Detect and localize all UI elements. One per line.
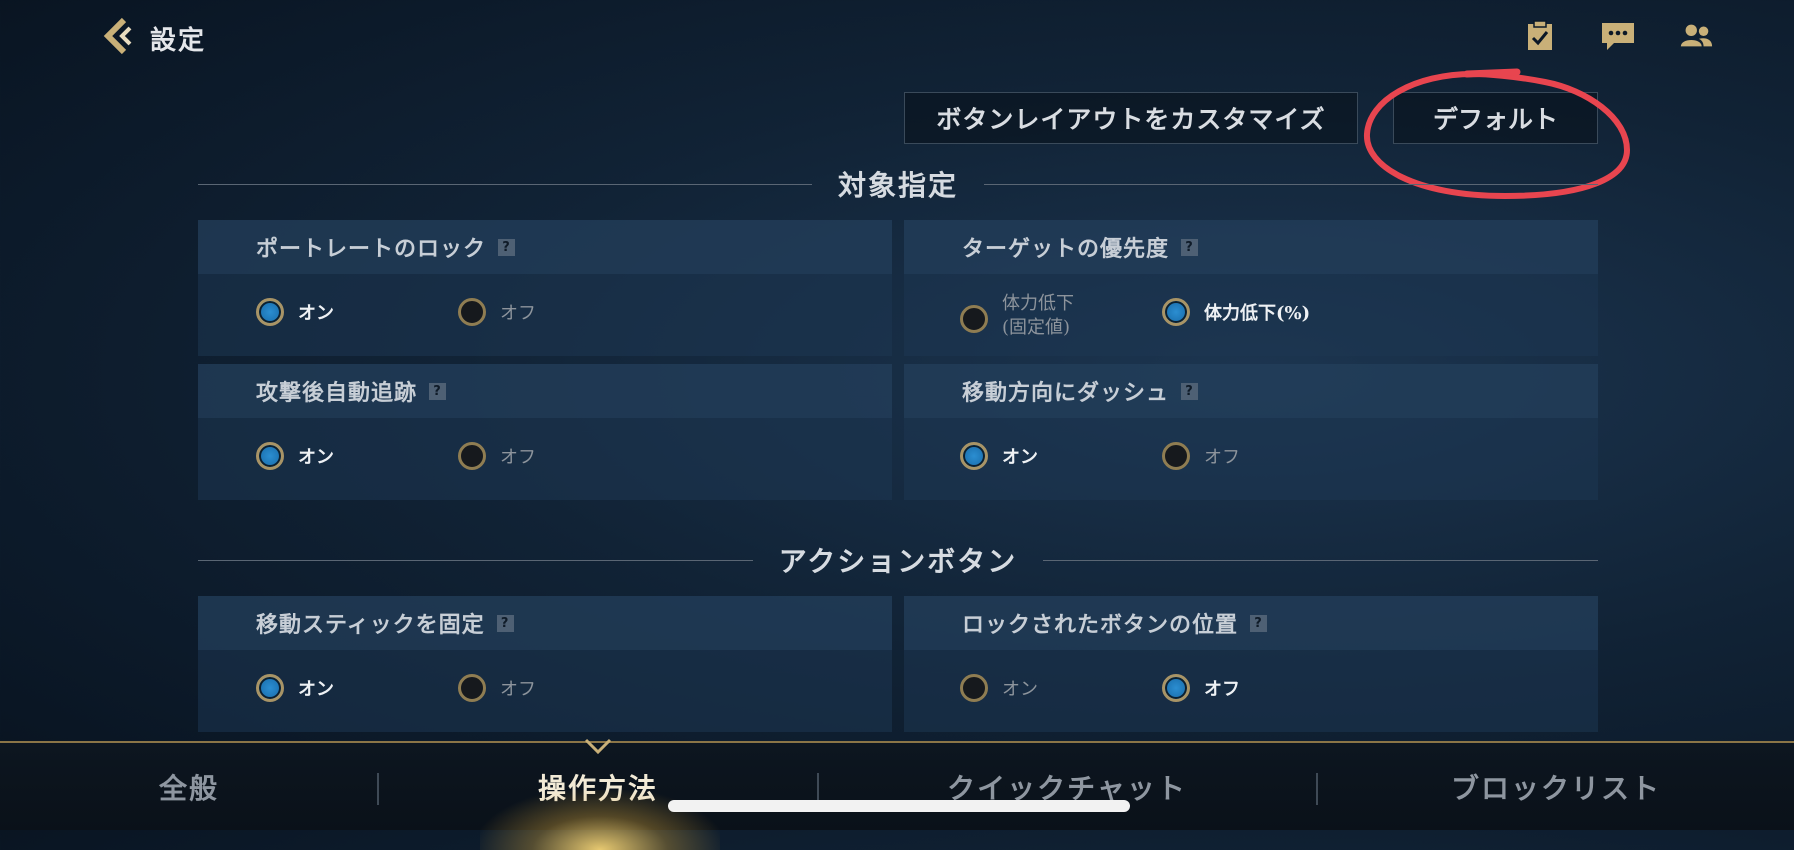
- section-title: アクションボタン: [778, 545, 1018, 578]
- top-bar: 設定: [0, 0, 1794, 80]
- section-title: 対象指定: [838, 169, 959, 202]
- radio-button[interactable]: [1162, 442, 1190, 470]
- option-low-hp-fixed[interactable]: 体力低下 (固定値): [960, 293, 1074, 340]
- option-label: オフ: [500, 447, 536, 468]
- back-button[interactable]: 設定: [100, 16, 206, 60]
- section-header-action-buttons: アクションボタン: [198, 540, 1599, 580]
- setting-card-dash-direction: 移動方向にダッシュ ? オン オフ: [904, 364, 1598, 500]
- setting-card-header: ロックされたボタンの位置 ?: [904, 596, 1598, 650]
- option-off[interactable]: オフ: [1162, 442, 1240, 470]
- active-tab-marker-icon: [584, 738, 612, 755]
- option-label: オン: [298, 679, 334, 700]
- radio-button-selected[interactable]: [256, 674, 284, 702]
- back-arrow-icon: [100, 16, 140, 60]
- radio-button[interactable]: [960, 674, 988, 702]
- setting-card-auto-chase: 攻撃後自動追跡 ? オン オフ: [198, 364, 892, 500]
- option-label: 体力低下(%): [1204, 303, 1311, 324]
- option-label: オン: [298, 303, 334, 324]
- option-label: オフ: [500, 303, 536, 324]
- help-icon[interactable]: ?: [1181, 382, 1199, 400]
- section-header-targeting: 対象指定: [198, 164, 1599, 204]
- option-label: オン: [298, 447, 334, 468]
- radio-button[interactable]: [458, 442, 486, 470]
- radio-button-selected[interactable]: [1162, 674, 1190, 702]
- help-icon[interactable]: ?: [1181, 238, 1199, 256]
- setting-card-fix-move-stick: 移動スティックを固定 ? オン オフ: [198, 596, 892, 732]
- radio-button[interactable]: [458, 298, 486, 326]
- help-icon[interactable]: ?: [496, 614, 514, 632]
- option-off[interactable]: オフ: [1162, 674, 1240, 702]
- option-on[interactable]: オン: [960, 674, 1038, 702]
- tab-general[interactable]: 全般: [0, 743, 378, 830]
- option-low-hp-percent[interactable]: 体力低下(%): [1162, 298, 1310, 326]
- divider: [198, 559, 753, 561]
- setting-card-header: ターゲットの優先度 ?: [904, 220, 1598, 274]
- option-label: オン: [1002, 679, 1038, 700]
- bottom-tab-bar: 全般 操作方法 クイックチャット ブロックリスト: [0, 741, 1794, 830]
- option-label: オフ: [1204, 447, 1240, 468]
- option-label: オフ: [1204, 679, 1240, 700]
- option-on[interactable]: オン: [256, 674, 334, 702]
- divider: [1043, 559, 1599, 561]
- setting-card-portrait-lock: ポートレートのロック ? オン オフ: [198, 220, 892, 356]
- help-icon[interactable]: ?: [429, 382, 447, 400]
- help-icon[interactable]: ?: [1250, 614, 1268, 632]
- default-button[interactable]: デフォルト: [1393, 92, 1598, 144]
- divider: [198, 183, 812, 185]
- setting-title: 移動方向にダッシュ: [962, 380, 1170, 406]
- radio-button-selected[interactable]: [1162, 298, 1190, 326]
- tab-controls[interactable]: 操作方法: [378, 743, 818, 830]
- customize-layout-button[interactable]: ボタンレイアウトをカスタマイズ: [904, 92, 1358, 144]
- home-indicator[interactable]: [668, 800, 1130, 812]
- divider: [984, 183, 1599, 185]
- help-icon[interactable]: ?: [498, 238, 516, 256]
- top-icon-group: [1522, 18, 1714, 54]
- checklist-icon[interactable]: [1522, 18, 1558, 54]
- setting-title: ポートレートのロック: [256, 236, 487, 262]
- setting-title: 移動スティックを固定: [256, 612, 485, 638]
- option-on[interactable]: オン: [256, 442, 334, 470]
- chat-icon[interactable]: [1600, 18, 1636, 54]
- option-off[interactable]: オフ: [458, 442, 536, 470]
- option-label: オン: [1002, 447, 1038, 468]
- option-on[interactable]: オン: [256, 298, 334, 326]
- page-title: 設定: [150, 25, 207, 56]
- setting-title: ターゲットの優先度: [962, 236, 1170, 262]
- radio-button-selected[interactable]: [256, 298, 284, 326]
- radio-button[interactable]: [960, 305, 988, 333]
- option-label: オフ: [500, 679, 536, 700]
- radio-button-selected[interactable]: [960, 442, 988, 470]
- setting-card-header: 移動スティックを固定 ?: [198, 596, 892, 650]
- tab-quick-chat[interactable]: クイックチャット: [818, 743, 1316, 830]
- setting-title: 攻撃後自動追跡: [256, 380, 418, 406]
- friends-icon[interactable]: [1678, 18, 1714, 54]
- setting-card-locked-button-position: ロックされたボタンの位置 ? オン オフ: [904, 596, 1598, 732]
- setting-card-header: ポートレートのロック ?: [198, 220, 892, 274]
- setting-title: ロックされたボタンの位置: [962, 612, 1239, 638]
- option-off[interactable]: オフ: [458, 298, 536, 326]
- option-off[interactable]: オフ: [458, 674, 536, 702]
- setting-card-header: 攻撃後自動追跡 ?: [198, 364, 892, 418]
- option-label: 体力低下 (固定値): [1002, 293, 1074, 338]
- setting-card-target-priority: ターゲットの優先度 ? 体力低下 (固定値) 体力低下(%): [904, 220, 1598, 356]
- setting-card-header: 移動方向にダッシュ ?: [904, 364, 1598, 418]
- option-on[interactable]: オン: [960, 442, 1038, 470]
- radio-button-selected[interactable]: [256, 442, 284, 470]
- radio-button[interactable]: [458, 674, 486, 702]
- tab-block-list[interactable]: ブロックリスト: [1318, 743, 1794, 830]
